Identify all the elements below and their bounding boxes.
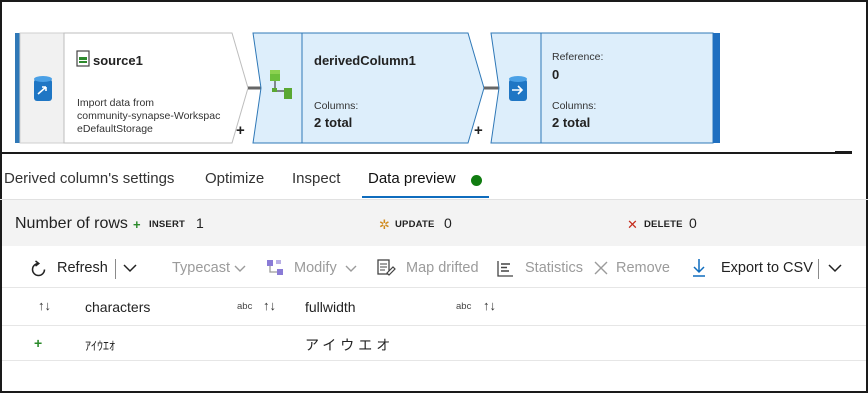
row-counts-bar: Number of rows + INSERT 1 ✲ UPDATE 0 ✕ D… [2, 200, 866, 246]
dataset-source-icon [34, 76, 52, 101]
toolbar-separator [115, 259, 116, 279]
insert-tag: INSERT [149, 219, 186, 230]
tab-inspect[interactable]: Inspect [292, 170, 340, 187]
source-node-desc-line1: Import data from [77, 97, 155, 109]
derived-columns-value: 2 total [314, 115, 353, 130]
insert-row-marker-icon: + [34, 335, 43, 351]
update-icon: ✲ [379, 217, 390, 232]
column-header-fullwidth[interactable]: fullwidth [305, 299, 356, 315]
tab-data-preview[interactable]: Data preview [368, 170, 456, 187]
cell-characters: ｱｲｳｴｵ [85, 339, 116, 353]
sink-columns-label: Columns: [552, 100, 597, 112]
delete-icon: ✕ [627, 217, 638, 232]
tab-optimize[interactable]: Optimize [205, 170, 264, 187]
source-node-desc-line3: eDefaultStorage [77, 123, 153, 135]
refresh-icon [31, 260, 46, 277]
data-flow-canvas: source1 Import data from community-synap… [0, 0, 868, 152]
modify-chevron-icon [345, 265, 357, 272]
sort-fullwidth-icon[interactable]: ↑↓ [483, 298, 496, 313]
dataset-sink-icon [509, 76, 527, 101]
update-count: 0 [444, 215, 452, 231]
sink-node[interactable] [490, 32, 720, 144]
insert-count: 1 [196, 215, 204, 231]
column-type-fullwidth: abc [456, 301, 472, 312]
delete-tag: DELETE [644, 219, 683, 230]
derived-node-title: derivedColumn1 [314, 53, 416, 68]
export-download-icon [693, 259, 705, 277]
typecast-button[interactable]: Typecast [172, 260, 230, 276]
refresh-dropdown-chevron-icon[interactable] [123, 263, 137, 273]
sort-characters-icon[interactable]: ↑↓ [263, 298, 276, 313]
row-sort-icon[interactable]: ↑↓ [38, 298, 51, 313]
number-of-rows-label: Number of rows [15, 215, 128, 232]
remove-button[interactable]: Remove [616, 260, 670, 276]
panel-divider [0, 152, 852, 154]
map-drifted-button[interactable]: Map drifted [406, 260, 479, 276]
map-drifted-icon [377, 259, 396, 276]
derived-columns-label: Columns: [314, 100, 359, 112]
refresh-button[interactable]: Refresh [57, 260, 108, 276]
cell-fullwidth: アイウエオ [305, 337, 395, 353]
add-transform-button[interactable]: + [474, 123, 483, 138]
column-header-characters[interactable]: characters [85, 299, 150, 315]
sink-reference-label: Reference: [552, 51, 604, 63]
source-node-desc-line2: community-synapse-Workspac [77, 110, 221, 122]
update-tag: UPDATE [395, 219, 435, 230]
sink-columns-value: 2 total [552, 115, 591, 130]
table-row[interactable]: + ｱｲｳｴｵ アイウエオ [2, 326, 866, 361]
sink-reference-value: 0 [552, 67, 560, 82]
insert-icon: + [133, 217, 141, 232]
export-to-csv-button[interactable]: Export to CSV [721, 260, 813, 276]
derived-column-node[interactable] [252, 32, 485, 144]
delete-count: 0 [689, 215, 697, 231]
source-node-title: source1 [93, 53, 143, 68]
settings-tabs: Derived column's settings Optimize Inspe… [0, 158, 868, 200]
remove-icon [594, 261, 608, 275]
export-dropdown-chevron-icon[interactable] [828, 263, 842, 273]
modify-icon [267, 260, 283, 275]
modify-button[interactable]: Modify [294, 260, 337, 276]
typecast-chevron-icon [234, 265, 246, 272]
column-type-characters: abc [237, 301, 253, 312]
toolbar-separator [818, 259, 819, 279]
statistics-button[interactable]: Statistics [525, 260, 583, 276]
statistics-icon [497, 261, 513, 277]
status-ok-icon [471, 175, 482, 186]
preview-grid-header: ↑↓ characters abc ↑↓ fullwidth abc ↑↓ [2, 289, 866, 326]
source-file-icon [76, 50, 90, 67]
active-tab-indicator [362, 196, 489, 198]
add-transform-button[interactable]: + [236, 123, 245, 138]
preview-toolbar: Refresh Typecast Modify Map drifted Stat… [2, 250, 866, 288]
tab-derived-column-settings[interactable]: Derived column's settings [4, 170, 174, 187]
